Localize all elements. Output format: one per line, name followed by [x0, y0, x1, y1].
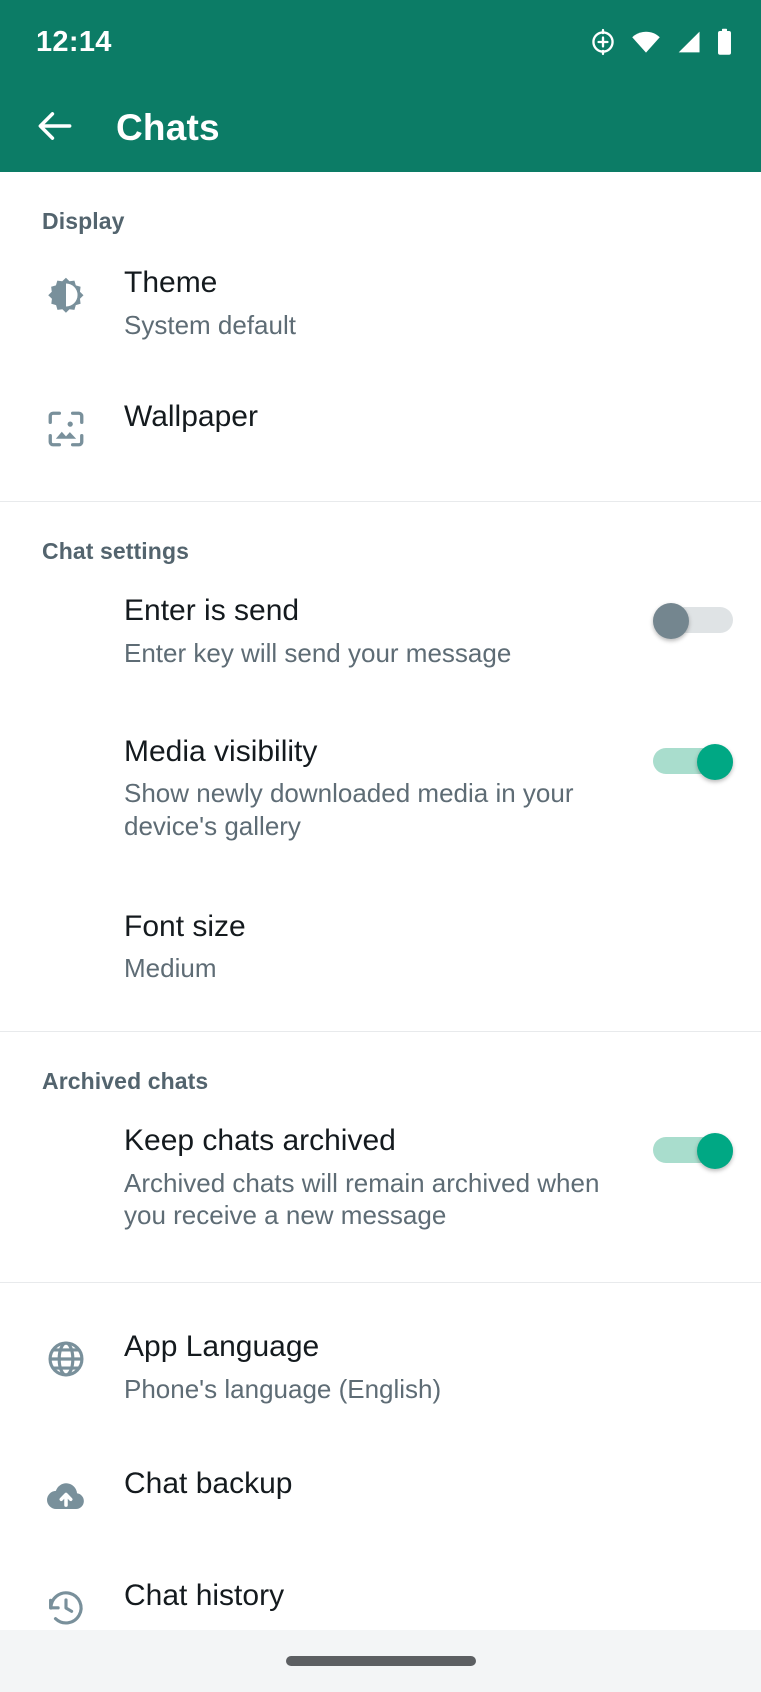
cellular-signal-icon [675, 29, 702, 55]
row-enter-is-send-toggle-wrap [653, 593, 733, 640]
brightness-theme-icon [42, 271, 90, 319]
row-enter-is-send-subtitle: Enter key will send your message [124, 637, 512, 668]
phone-screen: 12:14 Chats Display Theme System default… [0, 0, 761, 1692]
status-bar: 12:14 [0, 0, 761, 84]
row-enter-is-send[interactable]: Enter is send Enter key will send your m… [0, 565, 761, 689]
row-chat-backup-text: Chat backup [90, 1466, 733, 1503]
status-bar-icons [589, 28, 733, 56]
row-enter-is-send-text: Enter is send Enter key will send your m… [90, 593, 653, 669]
row-chat-history-title: Chat history [124, 1578, 285, 1612]
toggle-knob [697, 1133, 733, 1170]
settings-list: Display Theme System default Wallpaper C… [0, 172, 761, 1662]
bottom-navigation-bar [0, 1630, 761, 1692]
row-wallpaper-title: Wallpaper [124, 400, 258, 434]
enter-is-send-toggle[interactable] [653, 603, 733, 640]
globe-icon [42, 1335, 90, 1383]
section-more-settings: App Language Phone's language (English) … [0, 1283, 761, 1661]
battery-icon [716, 28, 733, 56]
row-font-size-title: Font size [124, 909, 246, 943]
home-gesture-pill[interactable] [285, 1656, 476, 1666]
row-media-visibility[interactable]: Media visibility Show newly downloaded m… [0, 690, 761, 863]
cloud-upload-icon [42, 1472, 90, 1520]
app-bar: Chats [0, 84, 761, 172]
row-font-size-subtitle: Medium [124, 953, 217, 984]
section-archived-chats: Archived chats Keep chats archived Archi… [0, 1032, 761, 1282]
row-media-visibility-subtitle: Show newly downloaded media in your devi… [124, 778, 574, 842]
back-button[interactable] [28, 101, 82, 155]
media-visibility-toggle[interactable] [653, 743, 733, 780]
section-header-archived-chats: Archived chats [42, 1068, 209, 1095]
row-keep-chats-archived-toggle-wrap [653, 1123, 733, 1170]
back-arrow-icon [33, 104, 77, 153]
page-title: Chats [116, 107, 220, 148]
row-keep-chats-archived-title: Keep chats archived [124, 1124, 396, 1158]
row-theme-title: Theme [124, 266, 218, 299]
row-media-visibility-title: Media visibility [124, 734, 318, 768]
row-keep-chats-archived-subtitle: Archived chats will remain archived when… [124, 1167, 600, 1231]
row-theme[interactable]: Theme System default [0, 235, 761, 361]
row-app-language-text: App Language Phone's language (English) [90, 1329, 733, 1405]
row-app-language-subtitle: Phone's language (English) [124, 1373, 442, 1404]
history-clock-icon [42, 1584, 90, 1632]
row-wallpaper[interactable]: Wallpaper [0, 361, 761, 473]
row-media-visibility-text: Media visibility Show newly downloaded m… [90, 734, 653, 843]
row-font-size[interactable]: Font size Medium [0, 863, 761, 1005]
row-chat-history-text: Chat history [90, 1578, 733, 1615]
location-icon [589, 28, 617, 56]
row-app-language[interactable]: App Language Phone's language (English) [0, 1283, 761, 1425]
section-header-display: Display [42, 208, 125, 234]
row-app-language-title: App Language [124, 1330, 320, 1364]
keep-chats-archived-toggle[interactable] [653, 1133, 733, 1170]
row-wallpaper-text: Wallpaper [90, 399, 733, 436]
section-display: Display Theme System default Wallpaper [0, 172, 761, 501]
row-keep-chats-archived[interactable]: Keep chats archived Archived chats will … [0, 1095, 761, 1252]
row-font-size-text: Font size Medium [90, 909, 733, 985]
section-chat-settings: Chat settings Enter is send Enter key wi… [0, 502, 761, 1031]
row-enter-is-send-title: Enter is send [124, 594, 300, 628]
wallpaper-image-icon [42, 405, 90, 453]
row-keep-chats-archived-text: Keep chats archived Archived chats will … [90, 1123, 653, 1232]
toggle-knob [697, 743, 733, 780]
row-chat-backup[interactable]: Chat backup [0, 1426, 761, 1540]
toggle-knob [653, 603, 689, 640]
status-bar-time: 12:14 [36, 25, 112, 58]
section-header-chat-settings: Chat settings [42, 538, 189, 565]
row-theme-subtitle: System default [124, 309, 296, 340]
row-media-visibility-toggle-wrap [653, 734, 733, 780]
row-theme-text: Theme System default [90, 265, 733, 341]
row-chat-backup-title: Chat backup [124, 1466, 293, 1500]
wifi-icon [631, 29, 661, 55]
